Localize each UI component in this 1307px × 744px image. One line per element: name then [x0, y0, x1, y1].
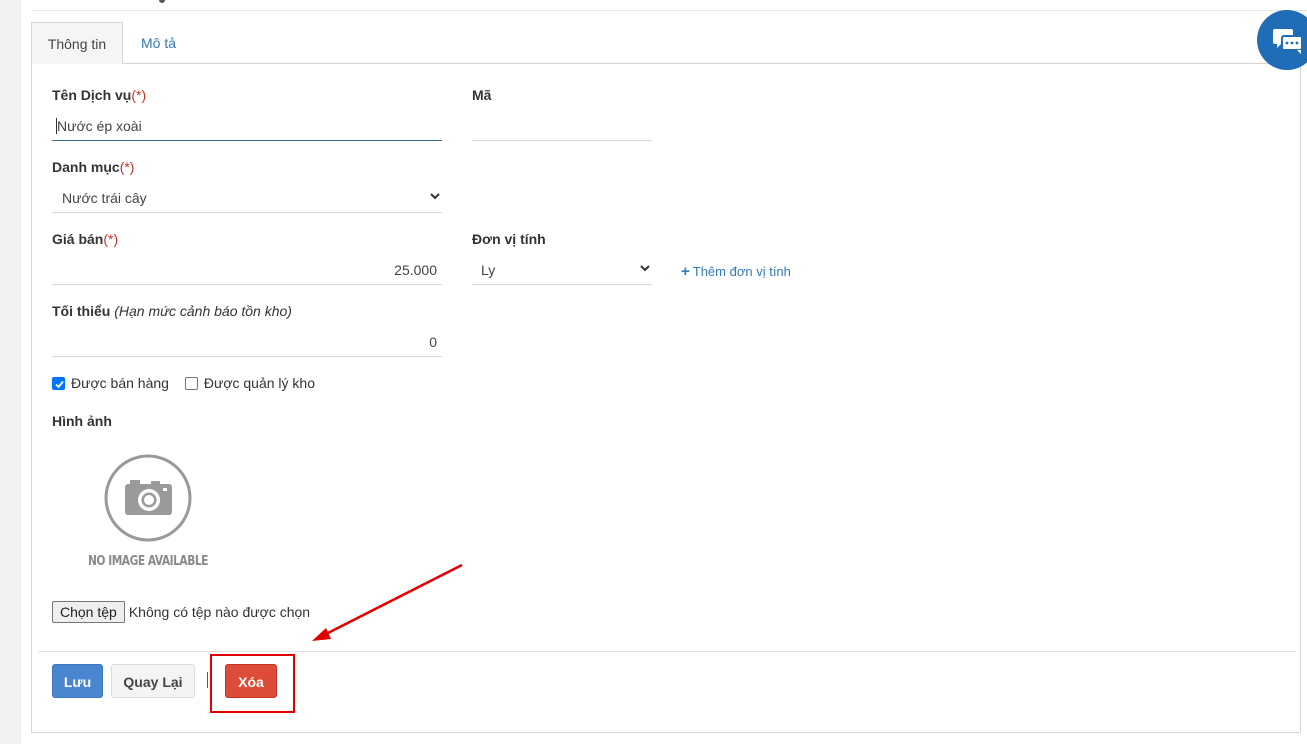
add-unit-link[interactable]: + Thêm đơn vị tính — [681, 263, 791, 280]
chat-icon — [1273, 29, 1303, 54]
chevron-down-icon — [430, 193, 440, 201]
price-value: 25.000 — [394, 262, 437, 278]
header-divider — [32, 10, 1307, 11]
tab-info[interactable]: Thông tin — [31, 22, 123, 64]
inventory-checkbox[interactable] — [184, 376, 198, 390]
minimum-input[interactable]: 0 — [52, 327, 442, 357]
category-select[interactable]: Nước trái cây — [52, 183, 442, 213]
button-separator — [207, 672, 208, 688]
sellable-checkbox[interactable] — [52, 376, 65, 390]
plus-icon: + — [681, 263, 690, 280]
no-image-text: NO IMAGE AVAILABLE — [88, 554, 208, 569]
category-label: Danh mục(*) — [52, 159, 135, 175]
inventory-label: Được quản lý kho — [203, 375, 316, 392]
chevron-down-icon — [640, 265, 650, 273]
no-image-placeholder: NO IMAGE AVAILABLE — [88, 454, 210, 578]
annotation-highlight-box — [210, 654, 295, 713]
required-marker: (*) — [103, 231, 119, 247]
sellable-label: Được bán hàng — [71, 375, 169, 392]
code-input[interactable] — [472, 111, 652, 141]
annotation-arrow-icon — [312, 563, 463, 641]
unit-select[interactable]: Ly — [472, 255, 652, 285]
code-label: Mã — [472, 87, 492, 103]
unit-label: Đơn vị tính — [472, 231, 546, 247]
required-marker: (*) — [119, 159, 135, 175]
choose-file-button[interactable]: Chọn tệp — [52, 601, 125, 623]
form-panel — [31, 63, 1301, 733]
actions-divider — [38, 651, 1296, 652]
tab-bar: Thông tin Mô tả — [31, 22, 1301, 64]
service-name-input[interactable]: Nước ép xoài — [52, 111, 442, 141]
back-button[interactable]: Quay Lại — [111, 664, 195, 698]
category-value: Nước trái cây — [62, 190, 147, 206]
save-button[interactable]: Lưu — [52, 664, 103, 698]
minimum-label: Tối thiểu (Hạn mức cảnh báo tồn kho) — [52, 303, 292, 319]
price-label: Giá bán(*) — [52, 231, 119, 247]
required-marker: (*) — [131, 87, 147, 103]
checkbox-group: Được bán hàng Được quản lý kho — [52, 374, 327, 391]
image-label: Hình ảnh — [52, 413, 112, 429]
camera-icon — [104, 454, 192, 542]
file-status: Không có tệp nào được chọn — [128, 604, 311, 620]
minimum-hint: (Hạn mức cảnh báo tồn kho) — [114, 303, 292, 319]
file-picker: Chọn tệp Không có tệp nào được chọn — [52, 601, 310, 623]
minimum-value: 0 — [429, 334, 437, 350]
unit-value: Ly — [481, 262, 496, 278]
price-input[interactable]: 25.000 — [52, 255, 442, 285]
service-name-value: Nước ép xoài — [57, 118, 142, 134]
service-name-label: Tên Dịch vụ(*) — [52, 87, 147, 103]
tab-description[interactable]: Mô tả — [125, 22, 192, 64]
